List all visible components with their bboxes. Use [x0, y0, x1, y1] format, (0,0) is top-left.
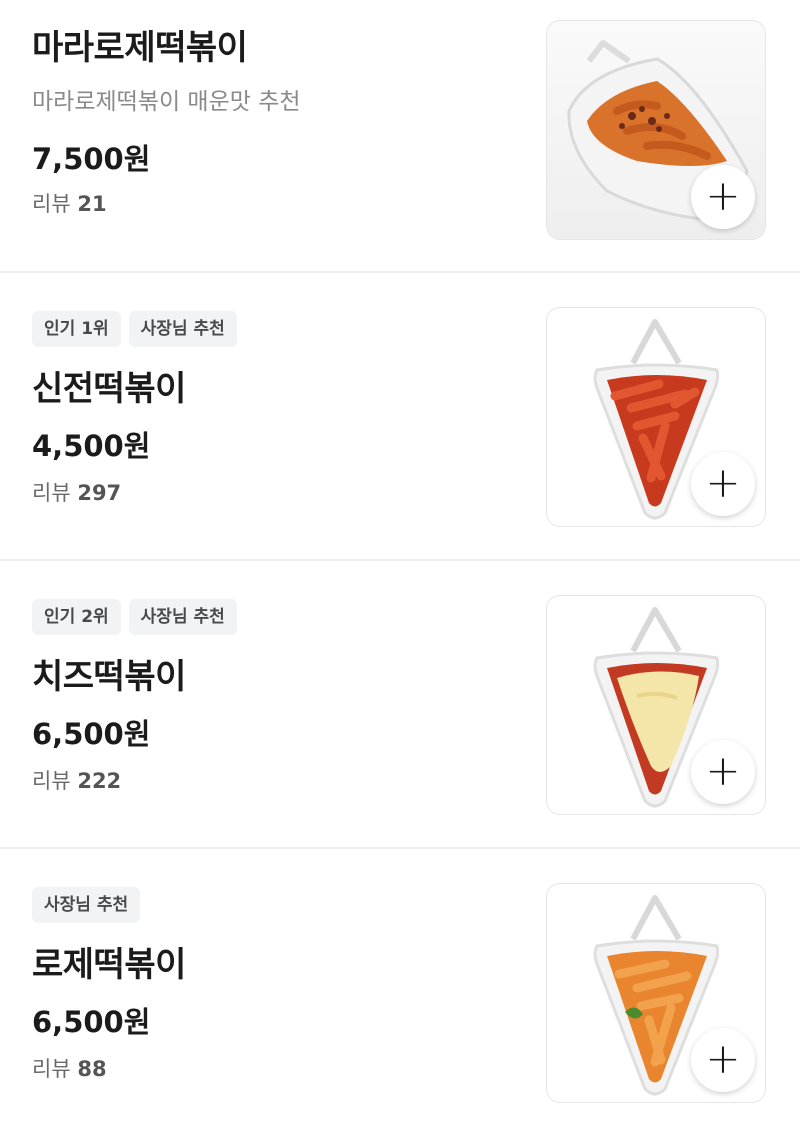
menu-item-review: 리뷰 222 — [32, 765, 121, 795]
plus-icon: + — [705, 745, 741, 795]
cheese-tteokbokki-image[interactable]: + — [546, 595, 766, 815]
owner-recommend-badge: 사장님 추천 — [128, 311, 237, 347]
popular-rank-badge: 인기 1위 — [32, 311, 121, 347]
review-label: 리뷰 — [32, 481, 71, 505]
add-to-cart-button[interactable]: + — [691, 1028, 755, 1092]
owner-recommend-badge: 사장님 추천 — [128, 599, 237, 635]
menu-item-review: 리뷰 88 — [32, 1053, 107, 1083]
plus-icon: + — [705, 1033, 741, 1083]
menu-list: 마라로제떡볶이 마라로제떡볶이 매운맛 추천 7,500원 리뷰 21 + 인기… — [0, 0, 800, 1123]
badge-list: 인기 1위 사장님 추천 — [32, 311, 237, 347]
review-count: 88 — [77, 1057, 107, 1081]
review-count: 21 — [77, 192, 107, 216]
menu-item-name: 치즈떡볶이 — [32, 657, 186, 697]
menu-item[interactable]: 사장님 추천 로제떡볶이 6,500원 리뷰 88 + — [0, 849, 800, 1123]
menu-item-price: 7,500원 — [32, 142, 151, 176]
plus-icon: + — [705, 170, 741, 220]
sinjeon-tteokbokki-image[interactable]: + — [546, 307, 766, 527]
badge-list: 인기 2위 사장님 추천 — [32, 599, 237, 635]
add-to-cart-button[interactable]: + — [691, 740, 755, 804]
menu-item-price: 4,500원 — [32, 429, 151, 463]
menu-item-name: 로제떡볶이 — [32, 945, 186, 985]
review-count: 297 — [77, 481, 122, 505]
menu-item-name: 마라로제떡볶이 — [32, 28, 248, 68]
menu-item[interactable]: 인기 2위 사장님 추천 치즈떡볶이 6,500원 리뷰 222 + — [0, 561, 800, 849]
owner-recommend-badge: 사장님 추천 — [32, 887, 141, 923]
review-label: 리뷰 — [32, 769, 71, 793]
review-count: 222 — [77, 769, 122, 793]
badge-list: 사장님 추천 — [32, 887, 141, 923]
popular-rank-badge: 인기 2위 — [32, 599, 121, 635]
menu-item-price: 6,500원 — [32, 717, 151, 751]
menu-item-name: 신전떡볶이 — [32, 369, 186, 409]
menu-item-review: 리뷰 21 — [32, 188, 107, 218]
add-to-cart-button[interactable]: + — [691, 165, 755, 229]
menu-item-review: 리뷰 297 — [32, 477, 121, 507]
review-label: 리뷰 — [32, 192, 71, 216]
menu-item[interactable]: 인기 1위 사장님 추천 신전떡볶이 4,500원 리뷰 297 + — [0, 273, 800, 561]
mala-rose-tteokbokki-image[interactable]: + — [546, 20, 766, 240]
review-label: 리뷰 — [32, 1057, 71, 1081]
add-to-cart-button[interactable]: + — [691, 452, 755, 516]
menu-item-price: 6,500원 — [32, 1005, 151, 1039]
plus-icon: + — [705, 457, 741, 507]
rose-tteokbokki-image[interactable]: + — [546, 883, 766, 1103]
menu-item[interactable]: 마라로제떡볶이 마라로제떡볶이 매운맛 추천 7,500원 리뷰 21 + — [0, 0, 800, 273]
menu-item-description: 마라로제떡볶이 매운맛 추천 — [32, 89, 301, 115]
